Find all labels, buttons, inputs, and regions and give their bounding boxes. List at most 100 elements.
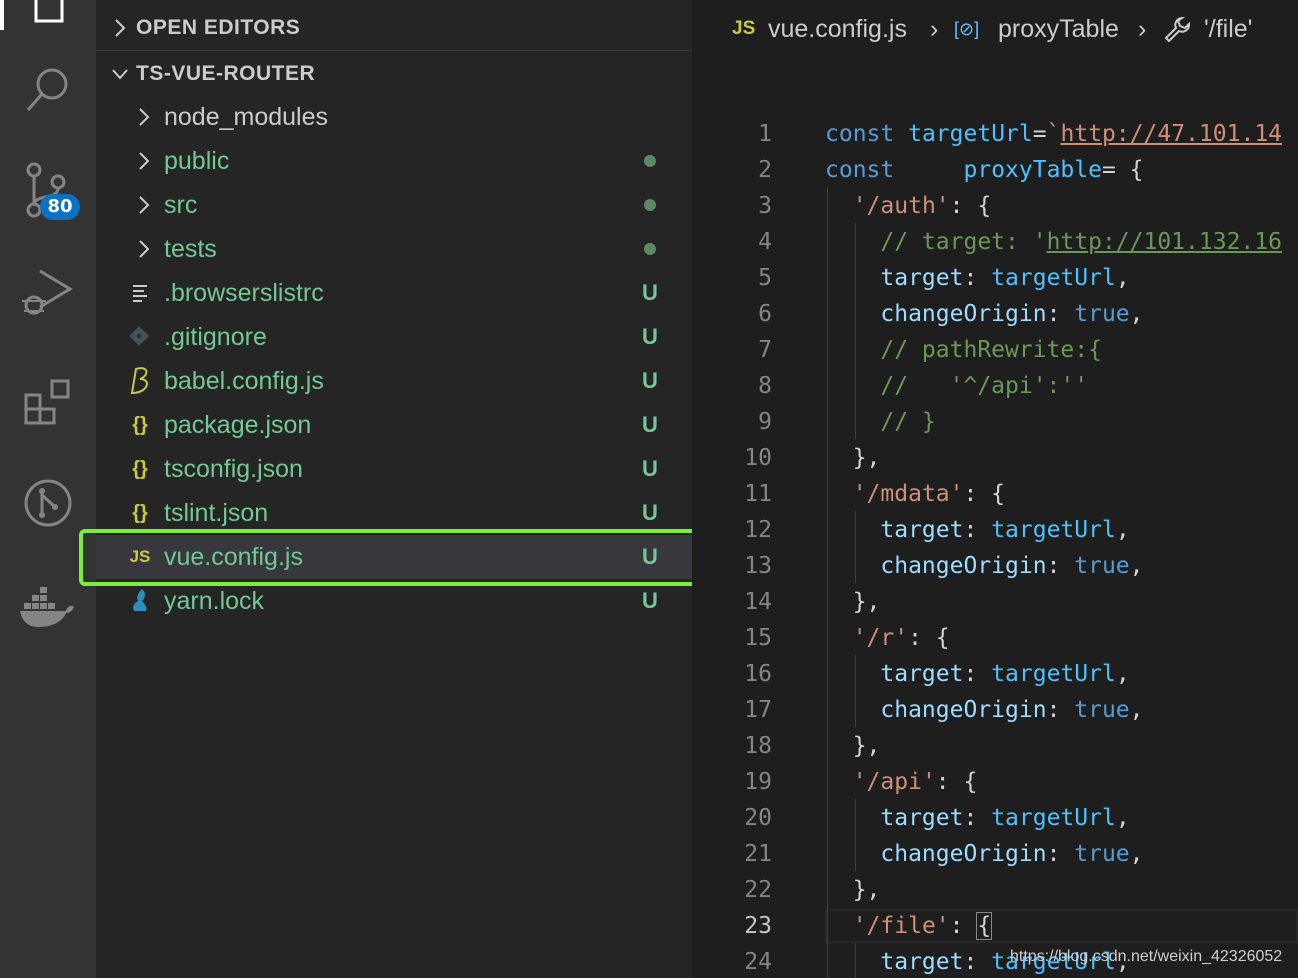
code-line[interactable]: 14 }, — [692, 584, 1298, 620]
code-line[interactable]: 20 target: targetUrl, — [692, 800, 1298, 836]
code-token: http://101.132.16 — [1046, 229, 1282, 255]
code-line[interactable]: 9 // } — [692, 404, 1298, 440]
section-divider — [96, 50, 692, 51]
run-debug-button[interactable] — [0, 248, 96, 338]
code-text: }, — [825, 440, 881, 476]
tree-item-label: yarn.lock — [164, 587, 265, 615]
tree-item-yarn-lock[interactable]: yarn.lock U — [96, 579, 692, 623]
breadcrumb-symbol[interactable]: proxyTable — [998, 0, 1119, 58]
code-line[interactable]: 13 changeOrigin: true, — [692, 548, 1298, 584]
tree-item-tslint-json[interactable]: {} tslint.json U — [96, 491, 692, 535]
code-line[interactable]: 22 }, — [692, 872, 1298, 908]
code-token: // target: ' — [880, 229, 1047, 255]
code-line[interactable]: 19 '/api': { — [692, 764, 1298, 800]
code-line[interactable]: 11 '/mdata': { — [692, 476, 1298, 512]
code-line[interactable]: 15 '/r': { — [692, 620, 1298, 656]
tree-item-package-json[interactable]: {} package.json U — [96, 403, 692, 447]
open-editors-label: OPEN EDITORS — [136, 16, 301, 39]
code-token: : — [949, 913, 978, 939]
tree-item-label: .gitignore — [164, 323, 267, 351]
code-text: const targetUrl=`http://47.101.14 — [825, 116, 1282, 152]
indent-guide — [855, 511, 856, 583]
activity-bar: 80 — [0, 0, 96, 978]
code-text: // } — [825, 404, 935, 440]
code-line[interactable]: 3 '/auth': { — [692, 188, 1298, 224]
code-line[interactable]: 16 target: targetUrl, — [692, 656, 1298, 692]
docker-button[interactable] — [0, 562, 96, 652]
code-line[interactable]: 10 }, — [692, 440, 1298, 476]
indent-guide — [855, 223, 856, 439]
code-line[interactable]: 12 target: targetUrl, — [692, 512, 1298, 548]
code-token: target — [880, 661, 964, 687]
git-graph-button[interactable] — [0, 458, 96, 548]
code-token: '/mdata' — [852, 481, 964, 507]
tree-item-label: package.json — [164, 411, 312, 439]
code-token: : — [963, 265, 992, 291]
tree-item-babel-config[interactable]: babel.config.js U — [96, 359, 692, 403]
chevron-right-icon — [139, 240, 150, 258]
chevron-right-icon — [139, 108, 150, 126]
code-token: : — [963, 517, 992, 543]
line-number: 23 — [744, 913, 772, 939]
code-token: '/auth' — [852, 193, 950, 219]
line-number: 12 — [744, 517, 772, 543]
code-token: true — [1074, 301, 1130, 327]
code-line[interactable]: 21 changeOrigin: true, — [692, 836, 1298, 872]
tree-item-public[interactable]: public — [96, 139, 692, 183]
chevron-right-icon — [139, 152, 150, 170]
tree-item-src[interactable]: src — [96, 183, 692, 227]
code-token: targetUrl — [991, 805, 1116, 831]
code-token: '/r' — [852, 625, 909, 651]
code-line[interactable]: 1 const targetUrl=`http://47.101.14 — [692, 116, 1298, 152]
code-line[interactable]: 18 }, — [692, 728, 1298, 764]
code-line[interactable]: 2 const proxyTable= { — [692, 152, 1298, 188]
babel-icon — [130, 367, 148, 395]
explorer-button[interactable] — [0, 0, 96, 50]
breadcrumb-file[interactable]: vue.config.js — [768, 0, 907, 58]
tree-item-vue-config[interactable]: JS vue.config.js U — [96, 535, 692, 579]
tree-item-tests[interactable]: tests — [96, 227, 692, 271]
code-token: const — [825, 157, 895, 183]
tree-item-node-modules[interactable]: node_modules — [96, 95, 692, 139]
code-line[interactable]: 7 // pathRewrite:{ — [692, 332, 1298, 368]
code-token: targetUrl — [991, 661, 1116, 687]
code-token: : — [963, 661, 992, 687]
code-token: http://47.101.14 — [1060, 121, 1283, 147]
code-token: proxyTable — [963, 157, 1102, 183]
line-number: 13 — [744, 553, 772, 579]
code-token: , — [1129, 697, 1144, 723]
tree-item-browserslistrc[interactable]: .browserslistrc U — [96, 271, 692, 315]
breadcrumb-property[interactable]: '/file' — [1204, 0, 1252, 58]
line-number: 22 — [744, 877, 772, 903]
line-number: 20 — [744, 805, 772, 831]
code-token: const — [825, 121, 895, 147]
code-line[interactable]: 8 // '^/api':'' — [692, 368, 1298, 404]
tree-item-tsconfig-json[interactable]: {} tsconfig.json U — [96, 447, 692, 491]
project-header[interactable]: TS-VUE-ROUTER — [96, 52, 692, 96]
json-icon: {} — [132, 414, 148, 436]
search-icon — [26, 68, 68, 111]
untracked-badge: U — [642, 412, 658, 437]
code-line[interactable]: 5 target: targetUrl, — [692, 260, 1298, 296]
js-icon: JS — [129, 547, 151, 566]
extensions-button[interactable] — [0, 358, 96, 448]
search-button[interactable] — [0, 45, 96, 135]
open-editors-header[interactable]: OPEN EDITORS — [96, 6, 692, 50]
tree-item-gitignore[interactable]: .gitignore U — [96, 315, 692, 359]
code-line[interactable]: 4 // target: 'http://101.132.16 — [692, 224, 1298, 260]
code-text: const proxyTable= { — [825, 152, 1144, 188]
code-line[interactable]: 6 changeOrigin: true, — [692, 296, 1298, 332]
code-line[interactable]: 23 '/file': { — [692, 908, 1298, 944]
code-text: '/r': { — [825, 620, 950, 656]
line-number: 17 — [744, 697, 772, 723]
code-line[interactable]: 17 changeOrigin: true, — [692, 692, 1298, 728]
code-token: : — [1046, 841, 1075, 867]
code-editor[interactable]: JS vue.config.js › [⊘] proxyTable › '/fi… — [692, 0, 1298, 978]
source-control-button[interactable] — [0, 145, 96, 235]
code-text: changeOrigin: true, — [825, 296, 1143, 332]
